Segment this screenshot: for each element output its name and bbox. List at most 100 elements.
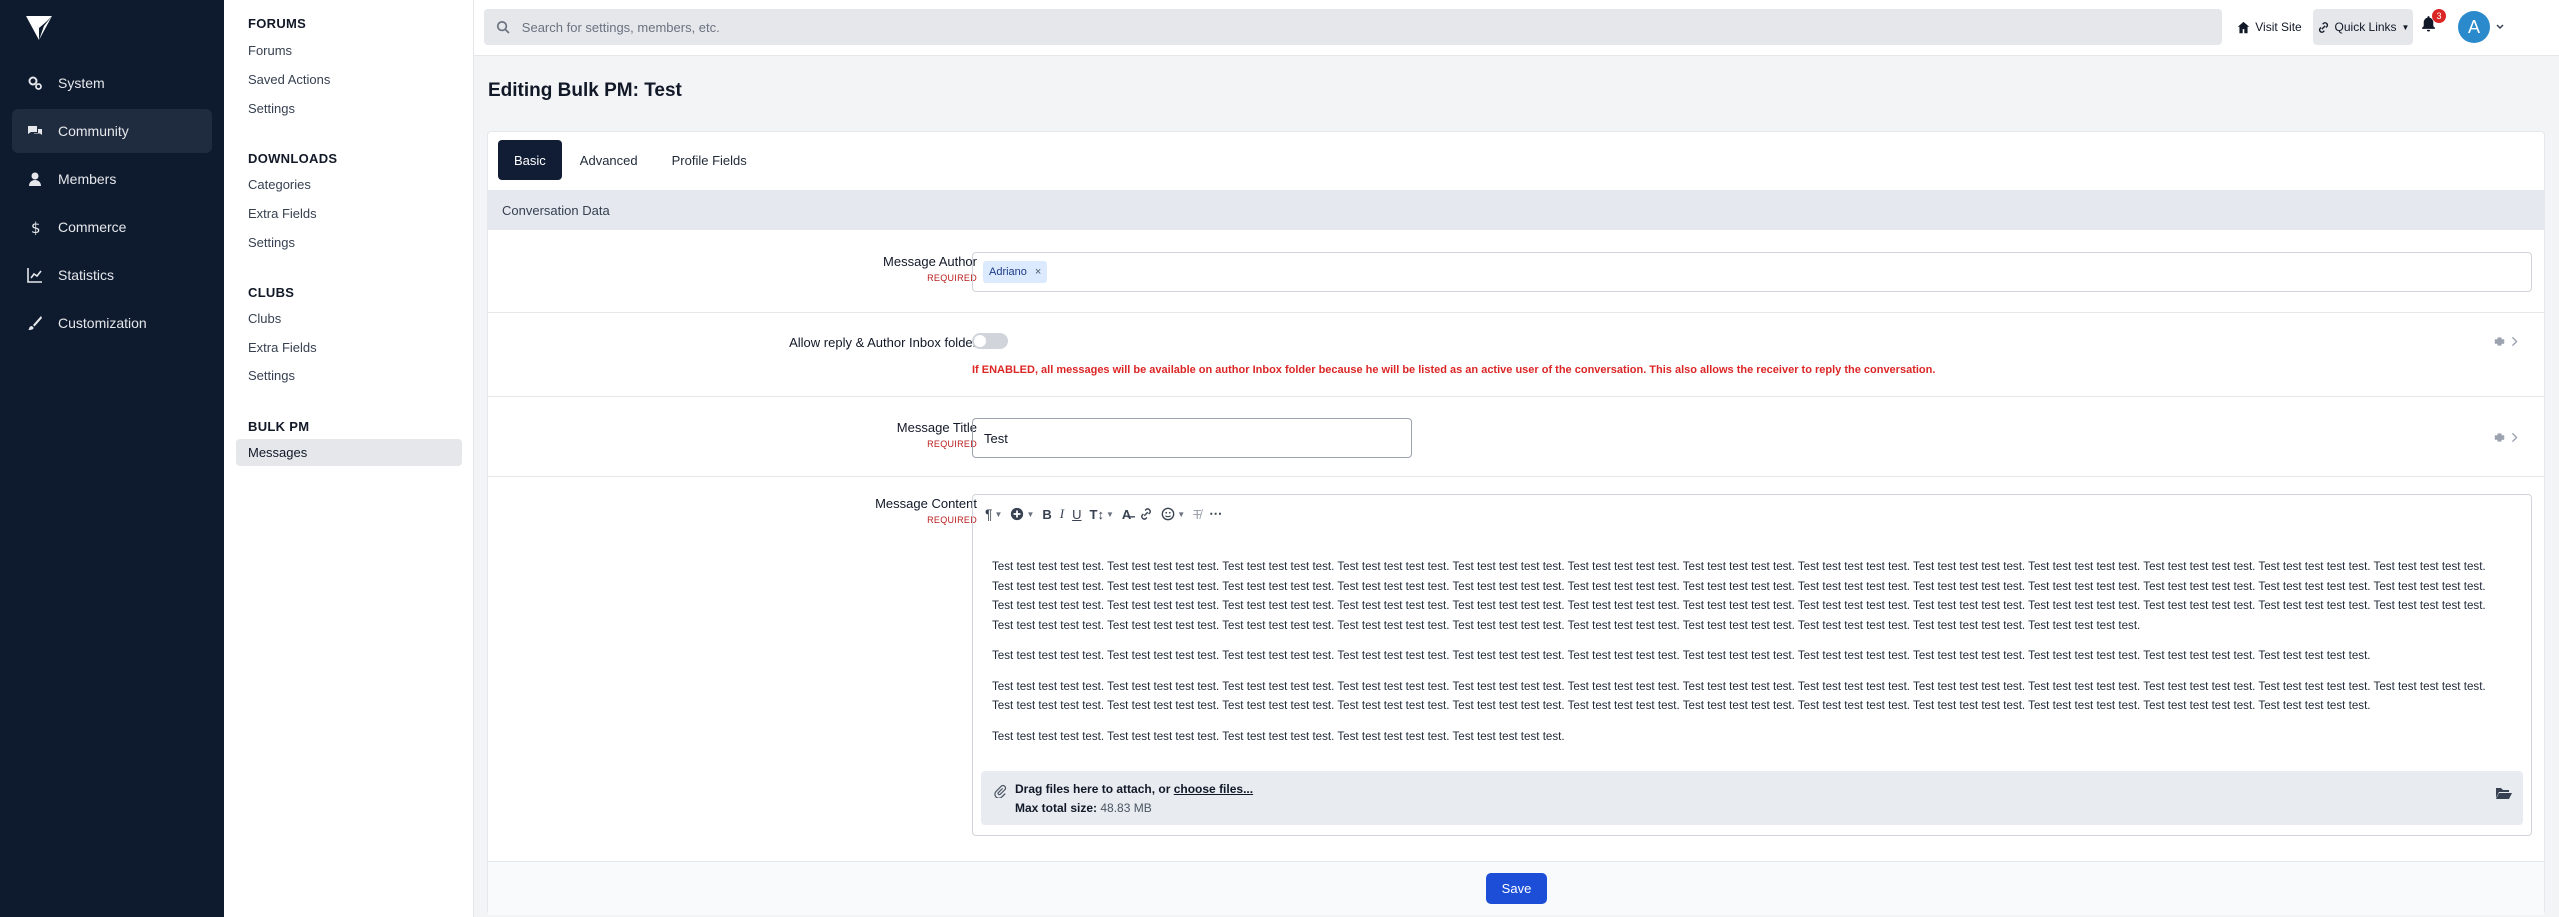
content-paragraph: Test test test test test. Test test test…	[992, 560, 2486, 632]
top-bar: Visit Site Quick Links ▼ 3 A	[474, 0, 2559, 56]
underline-button[interactable]: U	[1072, 501, 1081, 527]
subnav-item-downloads-settings[interactable]: Settings	[248, 235, 295, 250]
divider	[488, 312, 2544, 313]
chart-line-icon	[26, 266, 44, 284]
nav-item-statistics[interactable]: Statistics	[12, 253, 212, 297]
font-color-icon: A̶	[1121, 506, 1132, 522]
nav-item-label: Members	[58, 171, 117, 187]
insert-link-button[interactable]	[1139, 501, 1153, 527]
attach-text: Drag files here to attach, or	[1015, 782, 1171, 796]
svg-text:$: $	[31, 219, 41, 235]
nav-item-customization[interactable]: Customization	[12, 301, 212, 345]
subnav-item-clubs-extra-fields[interactable]: Extra Fields	[248, 340, 317, 355]
search-bar[interactable]	[484, 9, 2222, 45]
allow-reply-label: Allow reply & Author Inbox folder	[789, 335, 977, 350]
editor-toolbar: ¶ ▼ ▼ B I U T↕ ▼ A̶ ▼ T̸ ⋯	[973, 495, 2531, 533]
toggle-knob	[974, 335, 986, 347]
pilcrow-icon: ¶	[985, 506, 993, 522]
allow-reply-warning: If ENABLED, all messages will be availab…	[972, 364, 1936, 376]
section-header: Conversation Data	[488, 190, 2544, 230]
emoji-button[interactable]: ▼	[1161, 501, 1185, 527]
required-marker: REQUIRED	[927, 439, 977, 449]
smile-icon	[1161, 507, 1175, 521]
nav-item-label: Commerce	[58, 219, 127, 235]
nav-item-community[interactable]: Community	[12, 109, 212, 153]
subnav-item-clubs-settings[interactable]: Settings	[248, 368, 295, 383]
message-author-label: Message Author	[883, 254, 977, 269]
max-size-label: Max total size:	[1015, 801, 1098, 815]
attachment-dropzone[interactable]: Drag files here to attach, or choose fil…	[981, 771, 2523, 825]
message-title-input[interactable]	[984, 430, 1411, 446]
subnav-item-messages[interactable]: Messages	[248, 445, 307, 460]
choose-files-link[interactable]: choose files...	[1174, 782, 1253, 796]
save-button[interactable]: Save	[1486, 873, 1547, 904]
nav-item-label: System	[58, 75, 105, 91]
subnav-item-forums[interactable]: Forums	[248, 43, 292, 58]
subnav-heading-bulk-pm: BULK PM	[248, 419, 310, 434]
more-options-button[interactable]: ⋯	[1209, 501, 1222, 527]
rich-text-editor[interactable]: ¶ ▼ ▼ B I U T↕ ▼ A̶ ▼ T̸ ⋯ Test test test …	[972, 494, 2532, 836]
field-options-button[interactable]	[2490, 428, 2524, 446]
nav-item-system[interactable]: System	[12, 61, 212, 105]
subnav-item-downloads-extra-fields[interactable]: Extra Fields	[248, 206, 317, 221]
page-title: Editing Bulk PM: Test	[488, 80, 682, 101]
subnav-heading-downloads: DOWNLOADS	[248, 151, 338, 166]
subnav-item-forums-settings[interactable]: Settings	[248, 101, 295, 116]
user-icon	[26, 170, 44, 188]
edit-form-card: Basic Advanced Profile Fields Conversati…	[487, 131, 2545, 915]
max-size: Max total size: 48.83 MB	[1015, 801, 1152, 815]
nav-item-members[interactable]: Members	[12, 157, 212, 201]
chevron-down-icon[interactable]	[2495, 22, 2505, 32]
tab-advanced[interactable]: Advanced	[564, 140, 654, 180]
divider	[488, 396, 2544, 397]
notifications-button[interactable]: 3	[2420, 9, 2448, 43]
tab-bar: Basic Advanced Profile Fields	[498, 140, 765, 180]
underline-icon: U	[1072, 506, 1082, 522]
quick-links-label: Quick Links	[2334, 20, 2397, 34]
paperclip-icon	[994, 784, 1007, 798]
quick-links-button[interactable]: Quick Links ▼	[2313, 9, 2413, 45]
max-size-value: 48.83 MB	[1100, 801, 1152, 815]
notification-badge: 3	[2432, 9, 2446, 23]
ellipsis-icon: ⋯	[1209, 506, 1223, 521]
tab-basic[interactable]: Basic	[498, 140, 562, 180]
message-author-field[interactable]: Adriano ×	[972, 252, 2532, 292]
plus-circle-icon	[1011, 507, 1024, 521]
search-input[interactable]	[521, 19, 2222, 35]
content-paragraph: Test test test test test. Test test test…	[992, 679, 2486, 713]
nav-item-label: Statistics	[58, 267, 115, 283]
required-marker: REQUIRED	[927, 273, 977, 283]
nav-item-commerce[interactable]: $ Commerce	[12, 205, 212, 249]
font-size-button[interactable]: T↕ ▼	[1090, 501, 1114, 527]
message-title-label: Message Title	[896, 420, 977, 435]
subnav-item-clubs[interactable]: Clubs	[248, 311, 281, 326]
folder-open-icon[interactable]	[2495, 785, 2513, 801]
tab-profile-fields[interactable]: Profile Fields	[656, 140, 763, 180]
bold-button[interactable]: B	[1042, 501, 1051, 527]
italic-button[interactable]: I	[1060, 501, 1064, 527]
comments-icon	[26, 122, 44, 140]
message-title-field[interactable]	[972, 418, 1412, 458]
author-token: Adriano ×	[983, 261, 1048, 283]
field-options-button[interactable]	[2490, 332, 2524, 350]
clear-formatting-button[interactable]: T̸	[1193, 501, 1201, 527]
avatar[interactable]: A	[2458, 11, 2490, 43]
logo-icon[interactable]	[24, 14, 54, 42]
allow-reply-toggle[interactable]	[972, 333, 1008, 349]
search-icon	[496, 20, 510, 34]
link-icon	[2318, 21, 2328, 33]
subnav-item-saved-actions[interactable]: Saved Actions	[248, 72, 330, 87]
text-color-button[interactable]: A̶	[1122, 501, 1131, 527]
paragraph-format-button[interactable]: ¶ ▼	[985, 501, 1002, 527]
author-token-label: Adriano	[989, 266, 1027, 278]
visit-site-label: Visit Site	[2255, 20, 2302, 34]
gear-icon	[2494, 336, 2505, 346]
insert-button[interactable]: ▼	[1010, 501, 1034, 527]
attach-instructions: Drag files here to attach, or choose fil…	[1015, 782, 1253, 796]
subnav-item-categories[interactable]: Categories	[248, 177, 311, 192]
editor-content[interactable]: Test test test test test. Test test test…	[992, 557, 2507, 757]
chevron-right-icon	[2511, 336, 2518, 346]
text-height-icon: T↕	[1089, 506, 1104, 522]
remove-token-icon[interactable]: ×	[1035, 266, 1041, 278]
visit-site-button[interactable]: Visit Site	[2230, 9, 2309, 45]
